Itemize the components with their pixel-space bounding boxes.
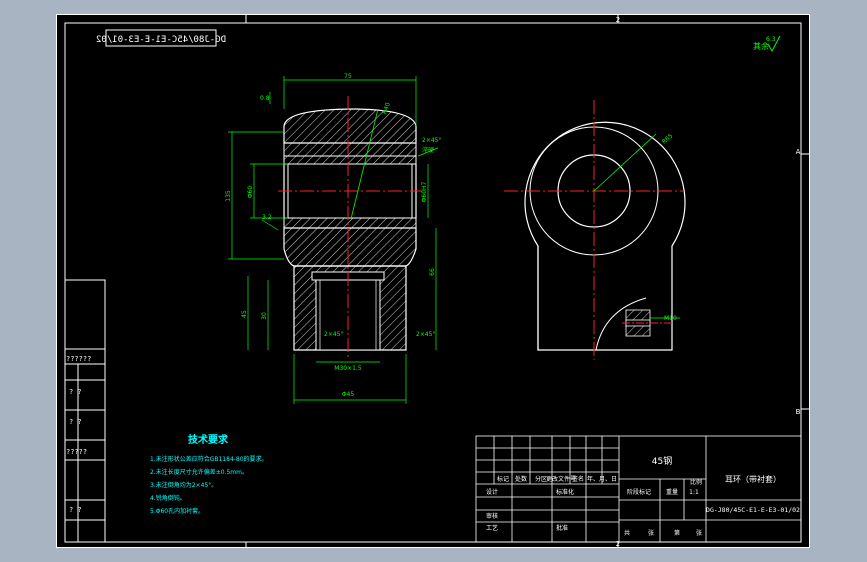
zone-letter-b: B bbox=[796, 408, 801, 416]
svg-text:135: 135 bbox=[225, 190, 232, 202]
svg-text:处数: 处数 bbox=[515, 475, 527, 483]
inner-border bbox=[64, 22, 802, 543]
tech-requirements: 技术要求 1.未注形状公差应符合GB1184-80的要求。 2.未注长度尺寸允许… bbox=[150, 433, 268, 515]
svg-text:M10: M10 bbox=[664, 315, 677, 322]
title-block-text: 45钢 耳环（带衬套） DG-J80/45C-E1-E-E3-01/02 1:1… bbox=[486, 455, 800, 537]
svg-text:Φ45: Φ45 bbox=[342, 391, 355, 398]
svg-text:6.3: 6.3 bbox=[766, 36, 776, 43]
svg-text:签名: 签名 bbox=[572, 475, 584, 483]
svg-text:标记: 标记 bbox=[497, 475, 509, 483]
left-label-4: ????? bbox=[66, 448, 87, 456]
svg-text:2×45°: 2×45° bbox=[324, 331, 343, 338]
svg-text:75: 75 bbox=[344, 73, 352, 80]
svg-text:0.8: 0.8 bbox=[260, 95, 270, 102]
svg-text:R65: R65 bbox=[661, 132, 675, 145]
svg-text:Φ60H7: Φ60H7 bbox=[421, 181, 428, 202]
zone-number-top: 2 bbox=[616, 16, 620, 24]
left-record-column: ?????? ? ? ? ? ????? ? ? bbox=[64, 279, 106, 543]
part-name: 耳环（带衬套） bbox=[725, 474, 781, 484]
svg-text:设计: 设计 bbox=[486, 488, 498, 496]
svg-text:M30×1.5: M30×1.5 bbox=[334, 365, 362, 372]
zone-letter-a: A bbox=[796, 148, 801, 156]
left-label-5: ? ? bbox=[69, 506, 82, 514]
tech-item-3: 3.未注倒角均为2×45°。 bbox=[150, 481, 217, 489]
svg-text:年、月、日: 年、月、日 bbox=[587, 475, 617, 483]
tech-item-1: 1.未注形状公差应符合GB1184-80的要求。 bbox=[150, 455, 268, 463]
svg-text:阶段标记: 阶段标记 bbox=[627, 488, 651, 496]
left-label-1: ?????? bbox=[66, 355, 91, 363]
svg-text:比例: 比例 bbox=[690, 478, 702, 486]
tech-item-5: 5.Φ60孔内加衬套。 bbox=[150, 507, 204, 515]
tech-title: 技术要求 bbox=[188, 433, 229, 446]
material: 45钢 bbox=[652, 455, 672, 467]
svg-text:第: 第 bbox=[674, 529, 680, 537]
tech-item-2: 2.未注长度尺寸允许偏差±0.5mm。 bbox=[150, 468, 248, 476]
header-code: DG-J80/45C-E1-E-E3-01/02 bbox=[96, 35, 226, 45]
cad-drawing: 2 2 A B ?????? ? ? ? ? ????? ? ? DG-J80/… bbox=[56, 14, 810, 548]
left-label-2: ? ? bbox=[69, 388, 82, 396]
svg-text:重量: 重量 bbox=[666, 488, 678, 496]
section-view bbox=[278, 96, 422, 360]
svg-text:2×45°: 2×45° bbox=[422, 137, 441, 144]
svg-text:45: 45 bbox=[241, 310, 248, 318]
tech-item-4: 4.锐角倒钝。 bbox=[150, 494, 186, 502]
outer-border bbox=[56, 14, 810, 548]
svg-text:3.2: 3.2 bbox=[262, 214, 272, 221]
svg-text:张: 张 bbox=[696, 529, 702, 537]
svg-text:30: 30 bbox=[261, 312, 268, 320]
left-label-3: ? ? bbox=[69, 418, 82, 426]
roughness-symbol: 其余 6.3 bbox=[753, 35, 781, 53]
front-view: R65 M10 bbox=[504, 100, 686, 360]
svg-text:张: 张 bbox=[648, 529, 654, 537]
svg-text:标准化: 标准化 bbox=[556, 488, 574, 496]
svg-text:Φ60: Φ60 bbox=[247, 186, 254, 199]
scale-value: 1:1 bbox=[689, 489, 699, 496]
drawing-canvas: 2 2 A B ?????? ? ? ? ? ????? ? ? DG-J80/… bbox=[56, 14, 810, 548]
svg-text:66: 66 bbox=[429, 268, 436, 276]
svg-text:审核: 审核 bbox=[486, 512, 498, 520]
svg-text:2×45°: 2×45° bbox=[416, 331, 435, 338]
header-code-box: DG-J80/45C-E1-E-E3-01/02 bbox=[96, 29, 226, 47]
zone-number-bottom: 2 bbox=[616, 540, 620, 548]
svg-text:工艺: 工艺 bbox=[486, 524, 498, 532]
drawing-number: DG-J80/45C-E1-E-E3-01/02 bbox=[706, 506, 800, 514]
svg-text:共: 共 bbox=[624, 529, 630, 537]
svg-text:批准: 批准 bbox=[556, 524, 568, 532]
